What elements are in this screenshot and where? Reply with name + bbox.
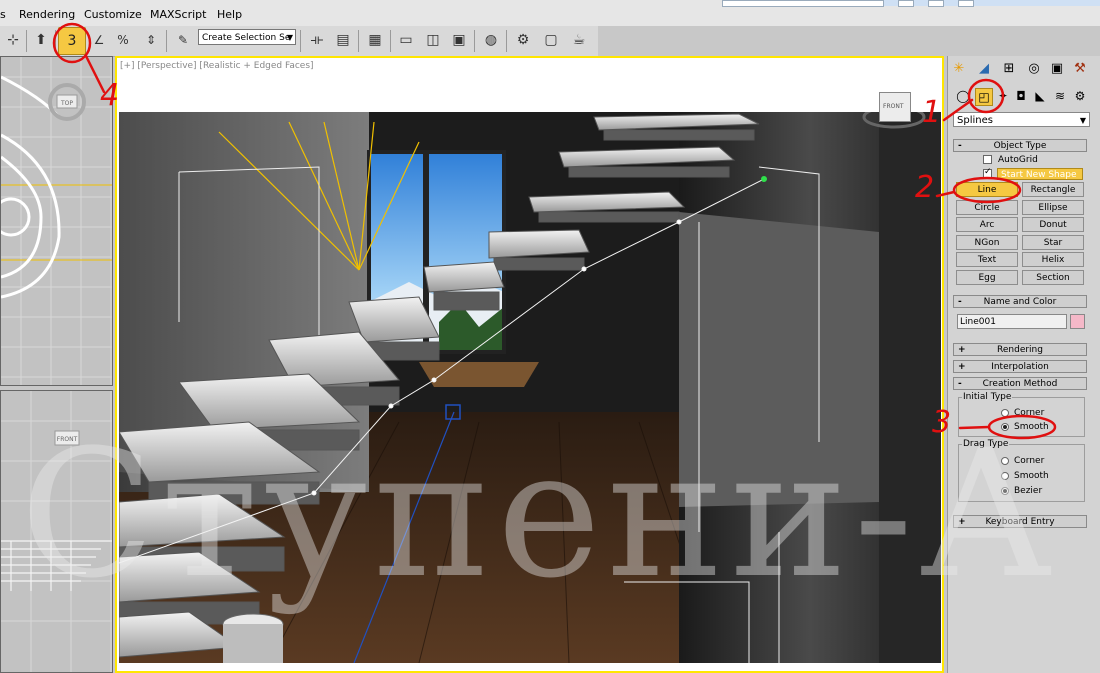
- annotation-number-2: 2: [915, 170, 935, 205]
- annotation-circle-line: [952, 176, 1022, 204]
- annotation-number-3: 3: [932, 405, 952, 440]
- annotation-circle-snap: [52, 22, 92, 64]
- annotation-number-1: 1: [922, 95, 942, 130]
- annotation-pointer-3: [958, 425, 991, 430]
- annotation-circle-shapes: [967, 78, 1005, 114]
- annotation-pointer-2: [935, 190, 956, 198]
- annotation-circle-smooth: [987, 414, 1057, 440]
- annotation-number-4: 4: [100, 78, 120, 113]
- annotation-pointer-1: [942, 98, 974, 122]
